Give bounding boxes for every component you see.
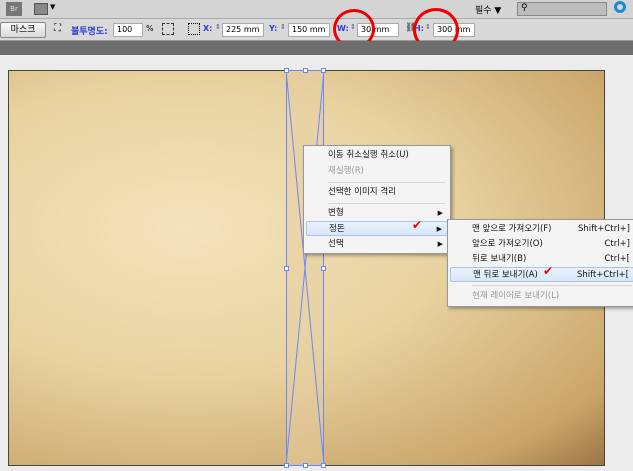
annotation-checkmark: ✔ — [543, 264, 554, 278]
application-bar: Br ▼ 필수 ▼ ⚲ — [0, 0, 633, 19]
shortcut-label: Shift+Ctrl+[ — [576, 270, 629, 280]
menu-item-isolate[interactable]: 선택한 이미지 격리 — [306, 185, 448, 200]
y-field[interactable]: 150 mm — [288, 23, 330, 37]
y-label: Y: — [269, 24, 278, 33]
submenu-arrow-icon: ▶ — [437, 209, 443, 217]
shortcut-label: Shift+Ctrl+] — [577, 224, 630, 234]
menu-item-arrange[interactable]: 정돈 ▶ — [306, 221, 448, 236]
search-input[interactable]: ⚲ — [517, 2, 607, 16]
reference-point-icon[interactable] — [188, 23, 200, 35]
shortcut-label: Ctrl+[ — [604, 254, 630, 264]
menu-item-select[interactable]: 선택 ▶ — [306, 237, 448, 252]
menu-item-label: 뒤로 보내기(B) — [472, 254, 527, 264]
menu-item-label: 맨 앞으로 가져오기(F) — [472, 224, 552, 234]
opacity-unit: % — [146, 24, 154, 33]
menu-item-redo: 재실행(R) — [328, 166, 364, 176]
menu-item-undo[interactable]: 이동 취소실행 취소(U) — [306, 148, 448, 163]
mask-button[interactable]: 마스크 — [0, 22, 46, 38]
resize-handle[interactable] — [284, 266, 289, 271]
transform-icon[interactable]: ⛶ — [54, 23, 61, 34]
menu-item-label: 선택 — [328, 239, 344, 249]
resize-handle[interactable] — [284, 68, 289, 73]
submenu-arrow-icon: ▶ — [437, 240, 443, 248]
menu-item-transform[interactable]: 변형 ▶ — [306, 206, 448, 221]
workspace-switcher[interactable]: 필수 ▼ — [475, 3, 501, 16]
menu-separator — [328, 203, 446, 204]
menu-separator — [472, 285, 632, 286]
resize-handle[interactable] — [321, 463, 326, 468]
submenu-item-send-to-back[interactable]: 맨 뒤로 보내기(A) Shift+Ctrl+[ — [450, 267, 633, 282]
submenu-arrow-icon: ▶ — [436, 225, 442, 233]
submenu-item-send-to-current-layer: 현재 레이어로 보내기(L) — [472, 291, 560, 301]
menu-item-label: 변형 — [328, 208, 344, 218]
context-menu: 이동 취소실행 취소(U) 재실행(R) 선택한 이미지 격리 변형 ▶ 정돈 ▶ … — [303, 145, 451, 254]
menu-item-label: 정돈 — [329, 224, 345, 234]
resize-handle[interactable] — [321, 68, 326, 73]
submenu-item-bring-forward[interactable]: 앞으로 가져오기(O) Ctrl+] — [450, 237, 633, 252]
control-panel: 마스크 ⛶ 불투명도: 100 % X: ⇕ 225 mm Y: ⇕ 150 m… — [0, 19, 633, 41]
resize-handle[interactable] — [303, 68, 308, 73]
selection-cross — [286, 70, 324, 466]
cs-live-icon[interactable] — [614, 1, 626, 13]
x-stepper-icon[interactable]: ⇕ — [215, 23, 221, 31]
opacity-label: 불투명도: — [71, 27, 108, 37]
bridge-button[interactable]: Br — [6, 2, 22, 16]
menu-item-label: 앞으로 가져오기(O) — [472, 239, 543, 249]
x-field[interactable]: 225 mm — [222, 23, 264, 37]
arrange-submenu: 맨 앞으로 가져오기(F) Shift+Ctrl+] 앞으로 가져오기(O) Ctr… — [447, 219, 633, 307]
chevron-down-icon[interactable]: ▼ — [50, 3, 55, 11]
resize-handle[interactable] — [321, 266, 326, 271]
annotation-checkmark: ✔ — [412, 218, 423, 232]
resize-handle[interactable] — [284, 463, 289, 468]
submenu-item-bring-to-front[interactable]: 맨 앞으로 가져오기(F) Shift+Ctrl+] — [450, 222, 633, 237]
menu-separator — [328, 182, 446, 183]
menu-item-label: 맨 뒤로 보내기(A) — [473, 270, 538, 280]
search-icon: ⚲ — [521, 3, 528, 13]
selected-image-frame[interactable] — [284, 68, 326, 468]
document-tab-bar — [0, 41, 633, 55]
opacity-field[interactable]: 100 — [113, 23, 143, 37]
shortcut-label: Ctrl+] — [604, 239, 630, 249]
y-stepper-icon[interactable]: ⇕ — [280, 23, 286, 31]
resize-handle[interactable] — [303, 463, 308, 468]
submenu-item-send-backward[interactable]: 뒤로 보내기(B) Ctrl+[ — [450, 252, 633, 267]
arrange-documents-icon[interactable] — [34, 3, 48, 15]
workspace-label: 필수 — [475, 6, 492, 16]
x-label: X: — [203, 24, 213, 33]
style-icon[interactable] — [162, 23, 174, 35]
